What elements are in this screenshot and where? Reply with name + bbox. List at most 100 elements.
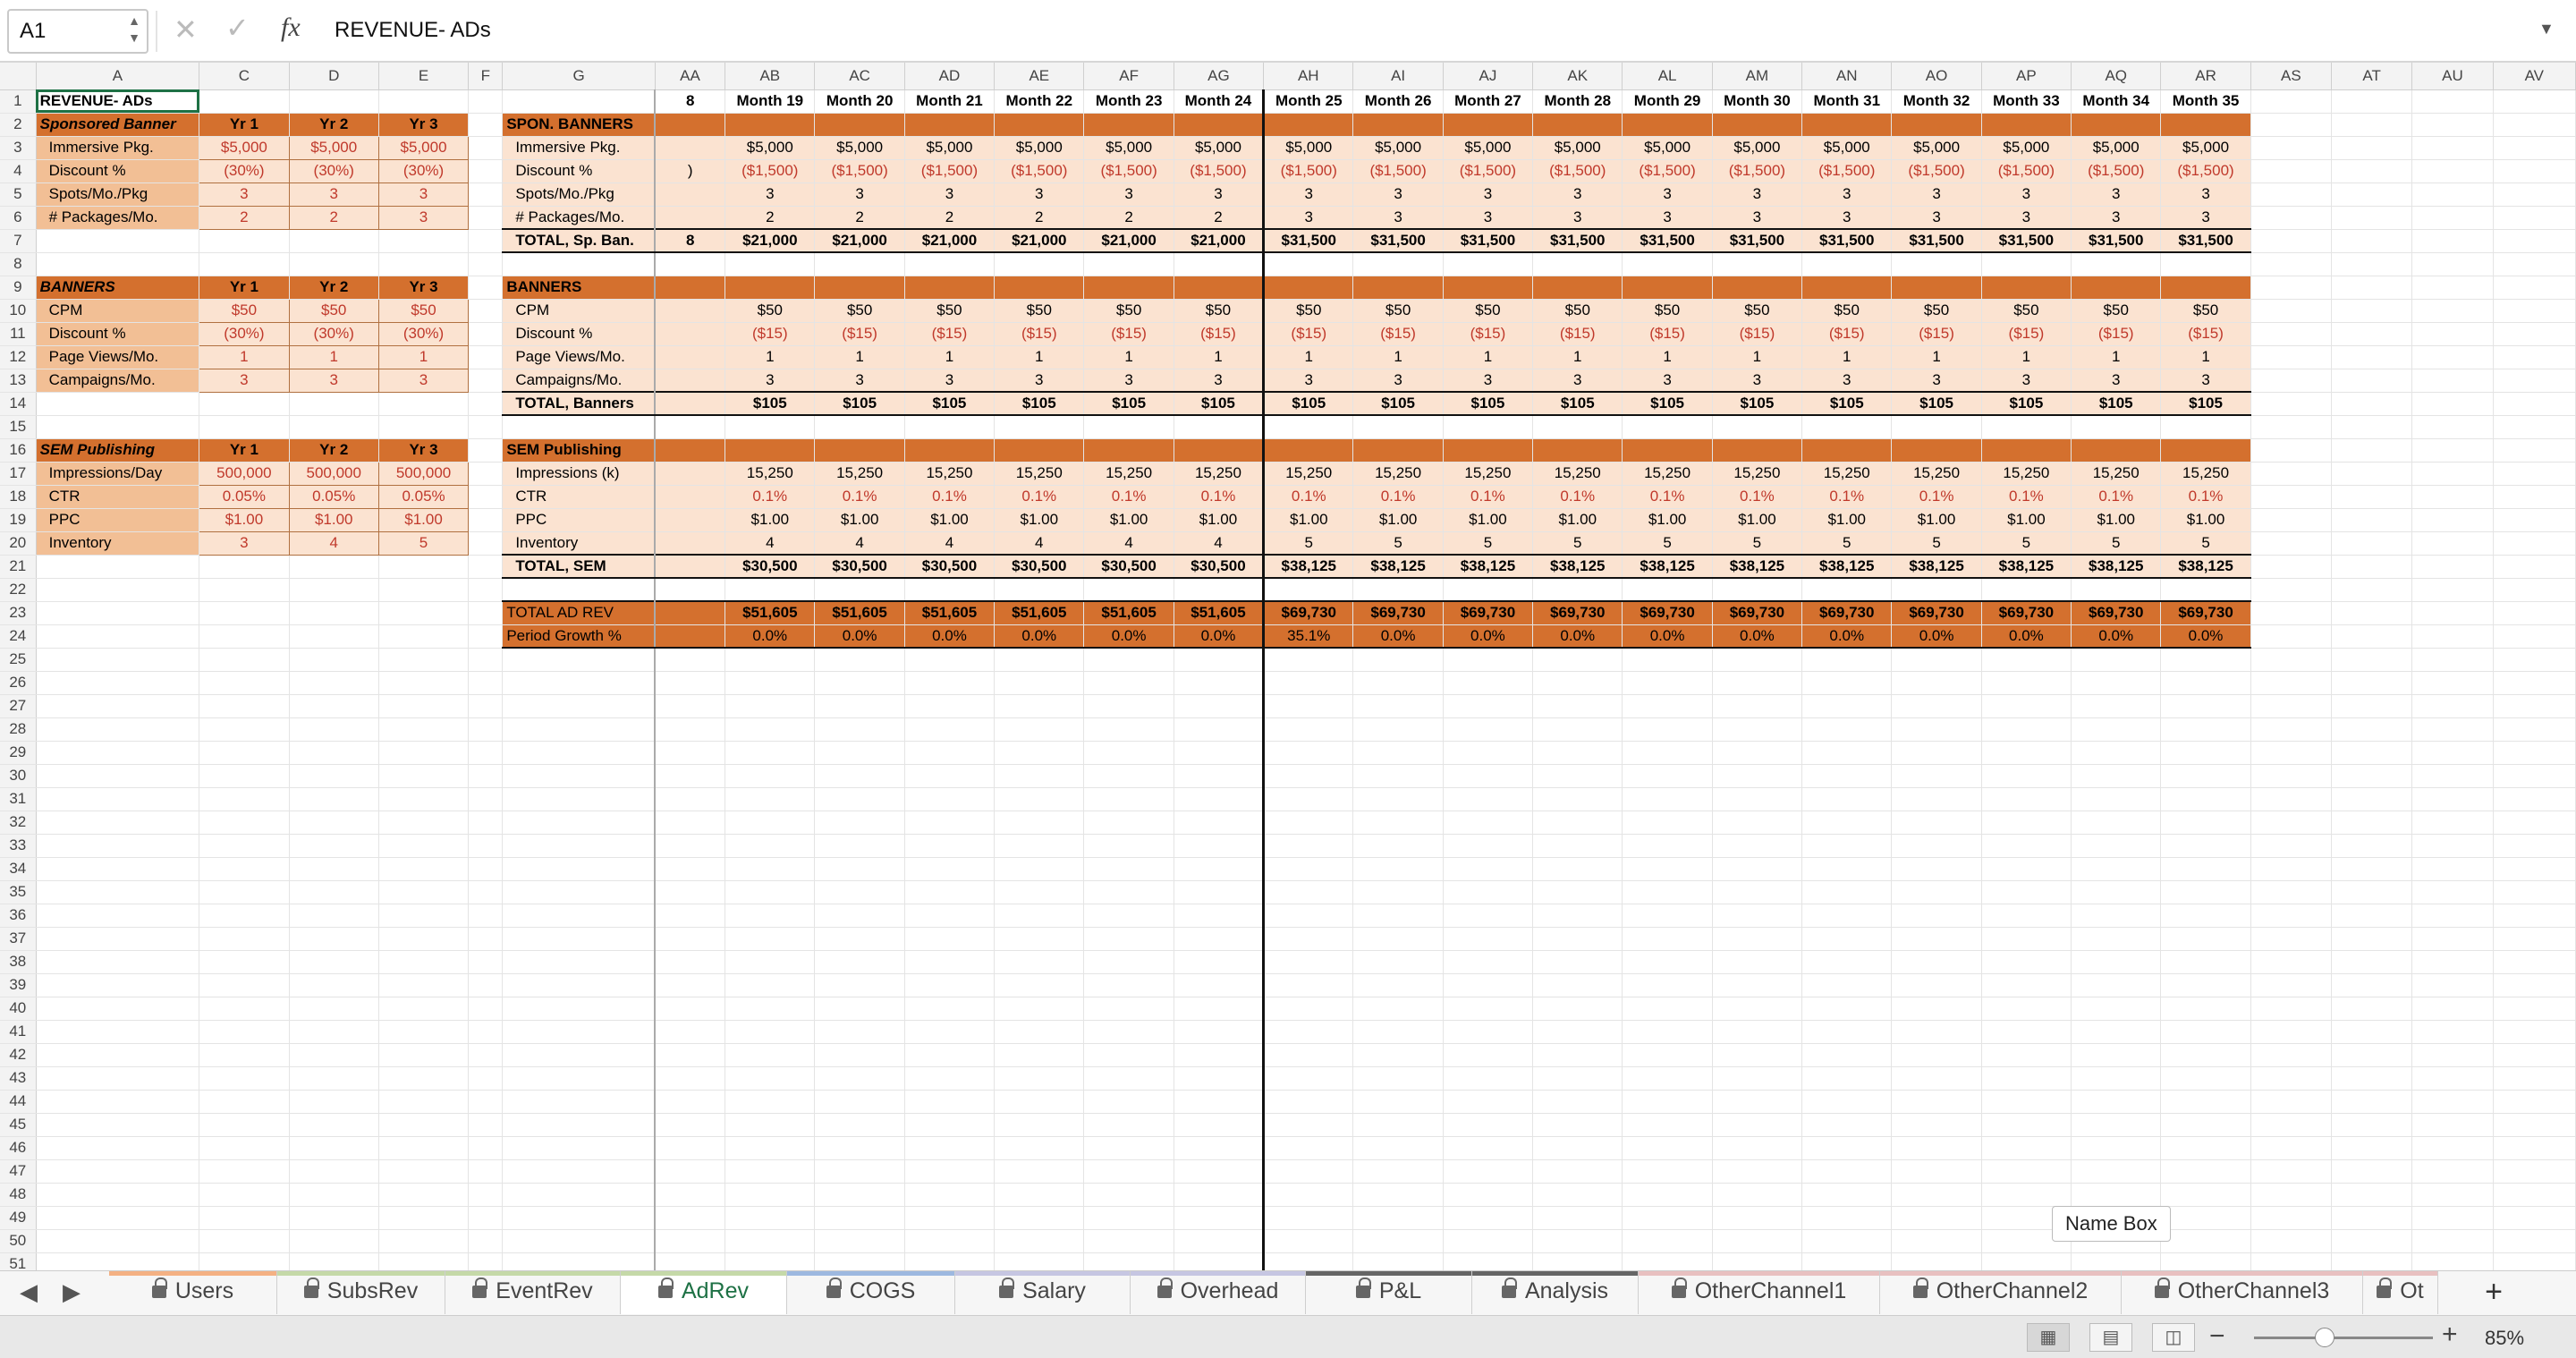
- cell[interactable]: 3: [1981, 206, 2072, 230]
- cell[interactable]: [1532, 578, 1623, 602]
- cell[interactable]: [1352, 1043, 1444, 1067]
- row-header[interactable]: 13: [0, 369, 37, 393]
- cell[interactable]: [904, 648, 996, 672]
- cell[interactable]: [2071, 1252, 2162, 1270]
- cell[interactable]: 15,250: [904, 462, 996, 486]
- cell[interactable]: [2160, 1183, 2251, 1207]
- cell[interactable]: [724, 578, 816, 602]
- cell[interactable]: [2071, 1090, 2162, 1114]
- cell[interactable]: [289, 880, 379, 904]
- cell[interactable]: $31,500: [1891, 228, 1982, 253]
- cell[interactable]: [2411, 462, 2494, 486]
- cell[interactable]: [1981, 741, 2072, 765]
- cell[interactable]: Period Growth %: [502, 624, 657, 649]
- cell[interactable]: [1532, 787, 1623, 811]
- cell[interactable]: [289, 1206, 379, 1230]
- cell[interactable]: [2331, 880, 2413, 904]
- row-header[interactable]: 37: [0, 927, 37, 951]
- cell[interactable]: [1891, 1229, 1982, 1253]
- cell[interactable]: [468, 1136, 504, 1160]
- cell[interactable]: [1443, 741, 1534, 765]
- expand-formula-bar-icon[interactable]: ▼: [2538, 20, 2555, 38]
- cell[interactable]: [1891, 694, 1982, 718]
- cell[interactable]: [2250, 578, 2333, 602]
- cell[interactable]: [1981, 578, 2072, 602]
- confirm-edit-icon[interactable]: ✓: [225, 11, 250, 45]
- cell[interactable]: [1891, 648, 1982, 672]
- cell[interactable]: [655, 1206, 726, 1230]
- column-header[interactable]: AM: [1712, 63, 1803, 90]
- cell[interactable]: 1: [2071, 345, 2162, 369]
- cell[interactable]: 15,250: [1801, 462, 1893, 486]
- cell[interactable]: ($1,500): [814, 159, 905, 183]
- cell[interactable]: [468, 508, 504, 532]
- cell[interactable]: [2411, 415, 2494, 439]
- cell[interactable]: 0.1%: [2071, 485, 2162, 509]
- sheet-tab-analysis[interactable]: Analysis: [1472, 1271, 1639, 1314]
- row-header[interactable]: 26: [0, 671, 37, 695]
- cell[interactable]: [1532, 694, 1623, 718]
- cell[interactable]: [2071, 880, 2162, 904]
- cell[interactable]: [655, 1252, 726, 1270]
- cell[interactable]: [2411, 322, 2494, 346]
- cell[interactable]: 0.1%: [1083, 485, 1174, 509]
- cell[interactable]: [2411, 997, 2494, 1021]
- worksheet-grid[interactable]: A C D E F G AA AB AC AD AE AF AG AH AI AJ AK AL AM AN AO AP AQ…: [0, 63, 2576, 1270]
- cell[interactable]: [1622, 717, 1713, 742]
- cell[interactable]: 1: [1981, 345, 2072, 369]
- cell[interactable]: [814, 648, 905, 672]
- cell[interactable]: [2493, 1206, 2576, 1230]
- cell[interactable]: [2160, 1252, 2251, 1270]
- cell[interactable]: [2160, 1113, 2251, 1137]
- cell[interactable]: [1801, 880, 1893, 904]
- cell[interactable]: [1891, 438, 1982, 463]
- cell[interactable]: [1981, 1136, 2072, 1160]
- input-cell[interactable]: $50: [199, 298, 290, 323]
- cell[interactable]: [1443, 648, 1534, 672]
- cell[interactable]: [2331, 694, 2413, 718]
- cell[interactable]: [655, 276, 726, 300]
- cell[interactable]: [2071, 1020, 2162, 1044]
- cell[interactable]: 15,250: [994, 462, 1085, 486]
- sheet-tab-ot[interactable]: Ot: [2363, 1271, 2438, 1314]
- cell[interactable]: 0.1%: [1712, 485, 1803, 509]
- cell[interactable]: [289, 229, 379, 253]
- column-header[interactable]: AA: [655, 63, 726, 90]
- cell[interactable]: PPC: [502, 508, 657, 532]
- cell[interactable]: [378, 880, 470, 904]
- cell[interactable]: [36, 694, 200, 718]
- cell[interactable]: [1352, 997, 1444, 1021]
- cell[interactable]: [502, 973, 657, 997]
- cell[interactable]: [2160, 276, 2251, 300]
- cell[interactable]: [2411, 1020, 2494, 1044]
- cell[interactable]: [502, 1136, 657, 1160]
- cell[interactable]: 0.1%: [1622, 485, 1713, 509]
- cell[interactable]: [2071, 741, 2162, 765]
- cell[interactable]: $50: [1712, 299, 1803, 323]
- cell[interactable]: [1263, 1252, 1354, 1270]
- cell[interactable]: [1891, 671, 1982, 695]
- cell[interactable]: 3: [1891, 369, 1982, 393]
- cell[interactable]: $50: [1352, 299, 1444, 323]
- cell[interactable]: [1981, 973, 2072, 997]
- cell[interactable]: $51,605: [1174, 600, 1266, 625]
- cell[interactable]: [2250, 462, 2333, 486]
- cell[interactable]: [2411, 857, 2494, 881]
- column-header[interactable]: AF: [1083, 63, 1174, 90]
- cell[interactable]: [904, 927, 996, 951]
- cell[interactable]: [724, 880, 816, 904]
- cell[interactable]: [2160, 741, 2251, 765]
- month-header[interactable]: Month 25: [1263, 89, 1354, 114]
- cell[interactable]: [1981, 1159, 2072, 1184]
- cell[interactable]: [1801, 1252, 1893, 1270]
- cell[interactable]: $105: [1981, 391, 2072, 416]
- cell[interactable]: [1981, 648, 2072, 672]
- cell[interactable]: [289, 811, 379, 835]
- cell[interactable]: [378, 741, 470, 765]
- cell[interactable]: [1352, 1136, 1444, 1160]
- row-header[interactable]: 14: [0, 392, 37, 416]
- cell[interactable]: Impressions (k): [502, 462, 657, 486]
- cell[interactable]: [1263, 834, 1354, 858]
- cell[interactable]: [724, 1136, 816, 1160]
- cell[interactable]: [502, 671, 657, 695]
